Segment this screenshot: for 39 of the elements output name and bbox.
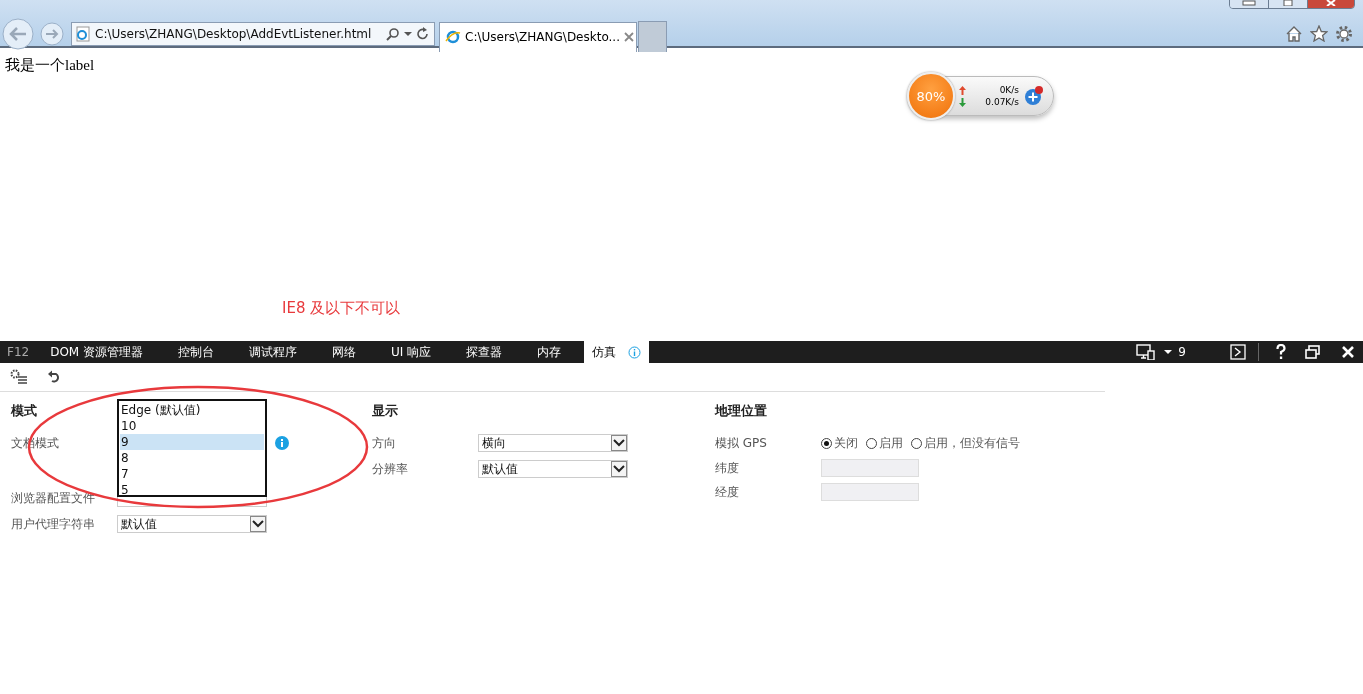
devtools-tab[interactable]: 仿真 xyxy=(584,341,650,363)
field-label: 模拟 GPS xyxy=(715,434,768,452)
dropdown-option[interactable]: 5 xyxy=(120,482,264,498)
annotation-note: IE8 及以下不可以 xyxy=(282,299,401,318)
devtools-tab[interactable]: 控制台 xyxy=(178,341,230,363)
select-field[interactable]: 默认值 xyxy=(478,460,628,478)
field-label: 浏览器配置文件 xyxy=(11,489,96,507)
f12-label: F12 xyxy=(6,345,31,359)
field-label: 分辨率 xyxy=(372,460,409,478)
section-title: 模式 xyxy=(11,402,37,420)
page-label: 我是一个label xyxy=(4,56,96,75)
section-title: 显示 xyxy=(372,402,398,420)
radio-option[interactable]: 关闭 xyxy=(821,434,858,452)
select-field[interactable]: 横向 xyxy=(478,434,628,452)
devtools-tab[interactable]: 网络 xyxy=(332,341,372,363)
download-speed: 0.07K/s xyxy=(985,97,1019,107)
radio-option[interactable]: 启用 xyxy=(866,434,903,452)
dropdown-option[interactable]: 9 xyxy=(120,434,264,450)
document-mode-indicator[interactable]: 9 xyxy=(1178,345,1186,359)
dropdown-option[interactable]: Edge (默认值) xyxy=(120,402,264,418)
radio-option[interactable]: 启用，但没有信号 xyxy=(911,434,1020,452)
upload-speed: 0K/s xyxy=(999,85,1019,95)
devtools-tab[interactable]: 内存 xyxy=(537,341,577,363)
field-label: 用户代理字符串 xyxy=(11,515,96,533)
devtools-tab[interactable]: UI 响应 xyxy=(391,341,447,363)
dropdown-option[interactable]: 10 xyxy=(120,418,264,434)
devtools-tab[interactable]: DOM 资源管理器 xyxy=(50,341,159,363)
field-label: 方向 xyxy=(372,434,397,452)
devtools-tab[interactable]: 调试程序 xyxy=(249,341,313,363)
section-title: 地理位置 xyxy=(715,402,767,420)
browser-tab[interactable]: C:\Users\ZHANG\Deskto... xyxy=(439,21,637,52)
address-bar[interactable]: C:\Users\ZHANG\Desktop\AddEvtListener.html xyxy=(71,21,435,46)
user-agent-select[interactable]: 默认值 xyxy=(117,515,267,533)
field-label: 经度 xyxy=(715,483,740,501)
field-label: 纬度 xyxy=(715,459,740,477)
memory-percent: 80% xyxy=(907,72,955,120)
dropdown-option[interactable]: 7 xyxy=(120,466,264,482)
devtools-tab[interactable]: 探查器 xyxy=(466,341,518,363)
dropdown-option[interactable]: 8 xyxy=(120,450,264,466)
